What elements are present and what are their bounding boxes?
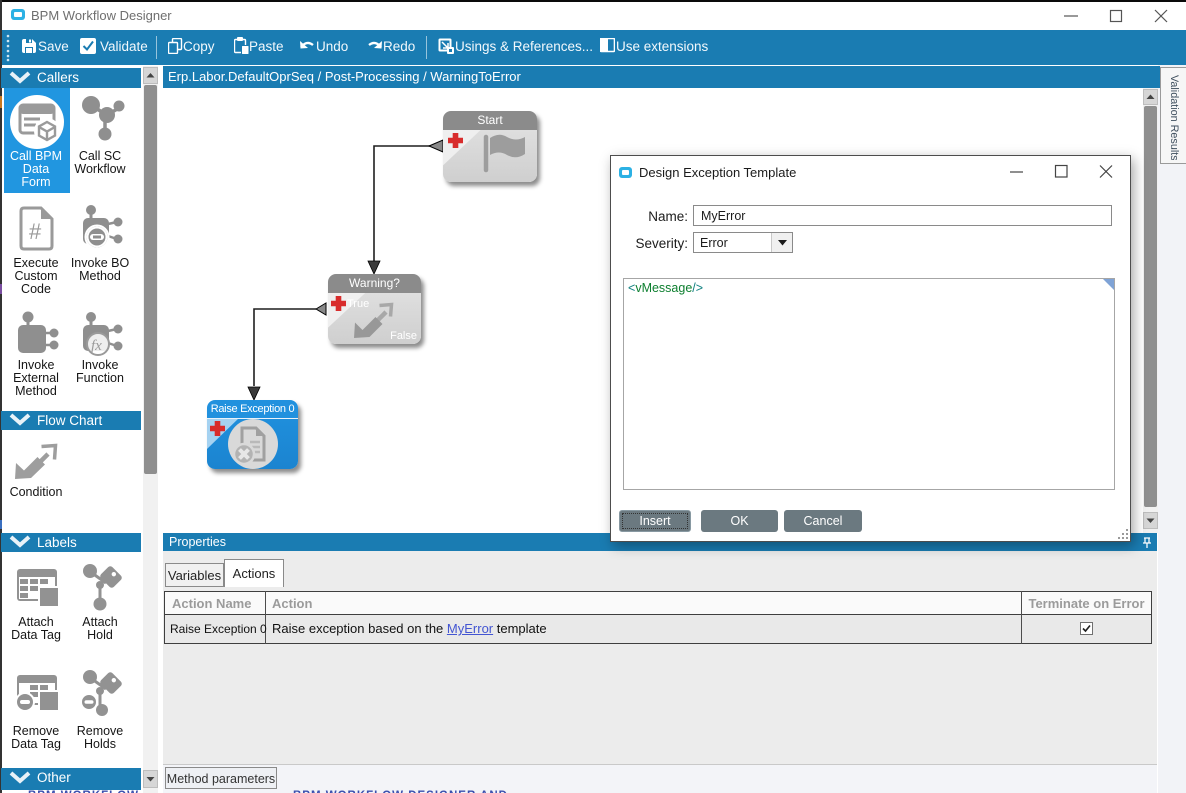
svg-text:fx: fx [91, 338, 102, 354]
svg-text:#: # [29, 219, 42, 244]
